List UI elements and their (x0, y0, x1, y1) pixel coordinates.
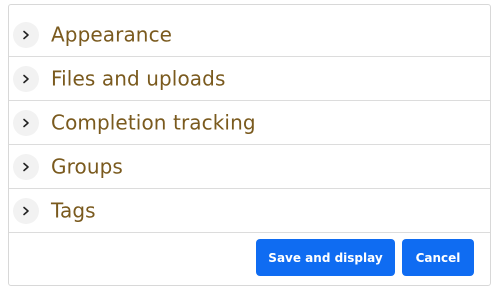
collapsible-sections: Appearance Files and uploads Completion … (9, 13, 490, 233)
section-completion-tracking[interactable]: Completion tracking (9, 101, 490, 145)
cancel-button[interactable]: Cancel (402, 239, 474, 276)
section-label[interactable]: Appearance (51, 22, 172, 46)
save-and-display-button[interactable]: Save and display (256, 239, 395, 276)
chevron-right-icon[interactable] (13, 21, 39, 48)
section-label[interactable]: Files and uploads (51, 66, 225, 90)
chevron-right-icon[interactable] (13, 197, 39, 224)
form-actions: Save and display Cancel (256, 239, 474, 276)
section-groups[interactable]: Groups (9, 145, 490, 189)
section-appearance[interactable]: Appearance (9, 13, 490, 57)
chevron-right-icon[interactable] (13, 153, 39, 180)
section-label[interactable]: Tags (51, 198, 96, 222)
section-label[interactable]: Completion tracking (51, 110, 256, 134)
chevron-right-icon[interactable] (13, 65, 39, 92)
settings-panel: Appearance Files and uploads Completion … (8, 4, 491, 286)
section-files-and-uploads[interactable]: Files and uploads (9, 57, 490, 101)
chevron-right-icon[interactable] (13, 109, 39, 136)
section-label[interactable]: Groups (51, 154, 123, 178)
section-tags[interactable]: Tags (9, 189, 490, 233)
